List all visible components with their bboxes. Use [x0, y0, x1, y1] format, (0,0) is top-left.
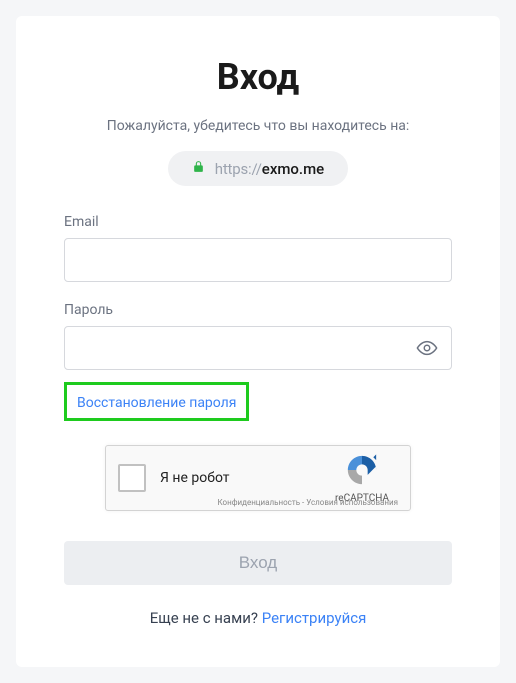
eye-icon — [416, 337, 438, 359]
forgot-password-wrap: Восстановление пароля — [64, 382, 452, 421]
recaptcha-label: Я не робот — [160, 470, 326, 486]
recaptcha-terms: Конфиденциальность - Условия использован… — [217, 498, 398, 507]
login-button[interactable]: Вход — [64, 541, 452, 585]
page-subtitle: Пожалуйста, убедитесь что вы находитесь … — [64, 116, 452, 137]
recaptcha-widget: Я не робот reCAPTCHA Конфиденциальность … — [105, 445, 411, 511]
url-prefix: https:// — [215, 160, 262, 178]
email-field[interactable] — [64, 238, 452, 282]
footer-text: Еще не с нами? — [150, 609, 262, 627]
login-card: Вход Пожалуйста, убедитесь что вы находи… — [16, 16, 500, 667]
toggle-password-button[interactable] — [412, 333, 442, 363]
url-pill: https://exmo.me — [168, 151, 348, 186]
recaptcha-logo-icon — [345, 453, 379, 491]
forgot-password-highlight: Восстановление пароля — [64, 382, 249, 421]
password-label: Пароль — [64, 302, 452, 318]
email-label: Email — [64, 214, 452, 230]
password-field[interactable] — [64, 326, 452, 370]
recaptcha-checkbox[interactable] — [118, 464, 146, 492]
forgot-password-link[interactable]: Восстановление пароля — [77, 395, 236, 411]
url-domain: exmo.me — [262, 160, 324, 178]
register-link[interactable]: Регистрируйся — [262, 609, 367, 627]
lock-icon — [192, 159, 215, 178]
page-title: Вход — [64, 56, 452, 98]
recaptcha-branding: reCAPTCHA — [326, 453, 398, 504]
footer: Еще не с нами? Регистрируйся — [64, 609, 452, 627]
